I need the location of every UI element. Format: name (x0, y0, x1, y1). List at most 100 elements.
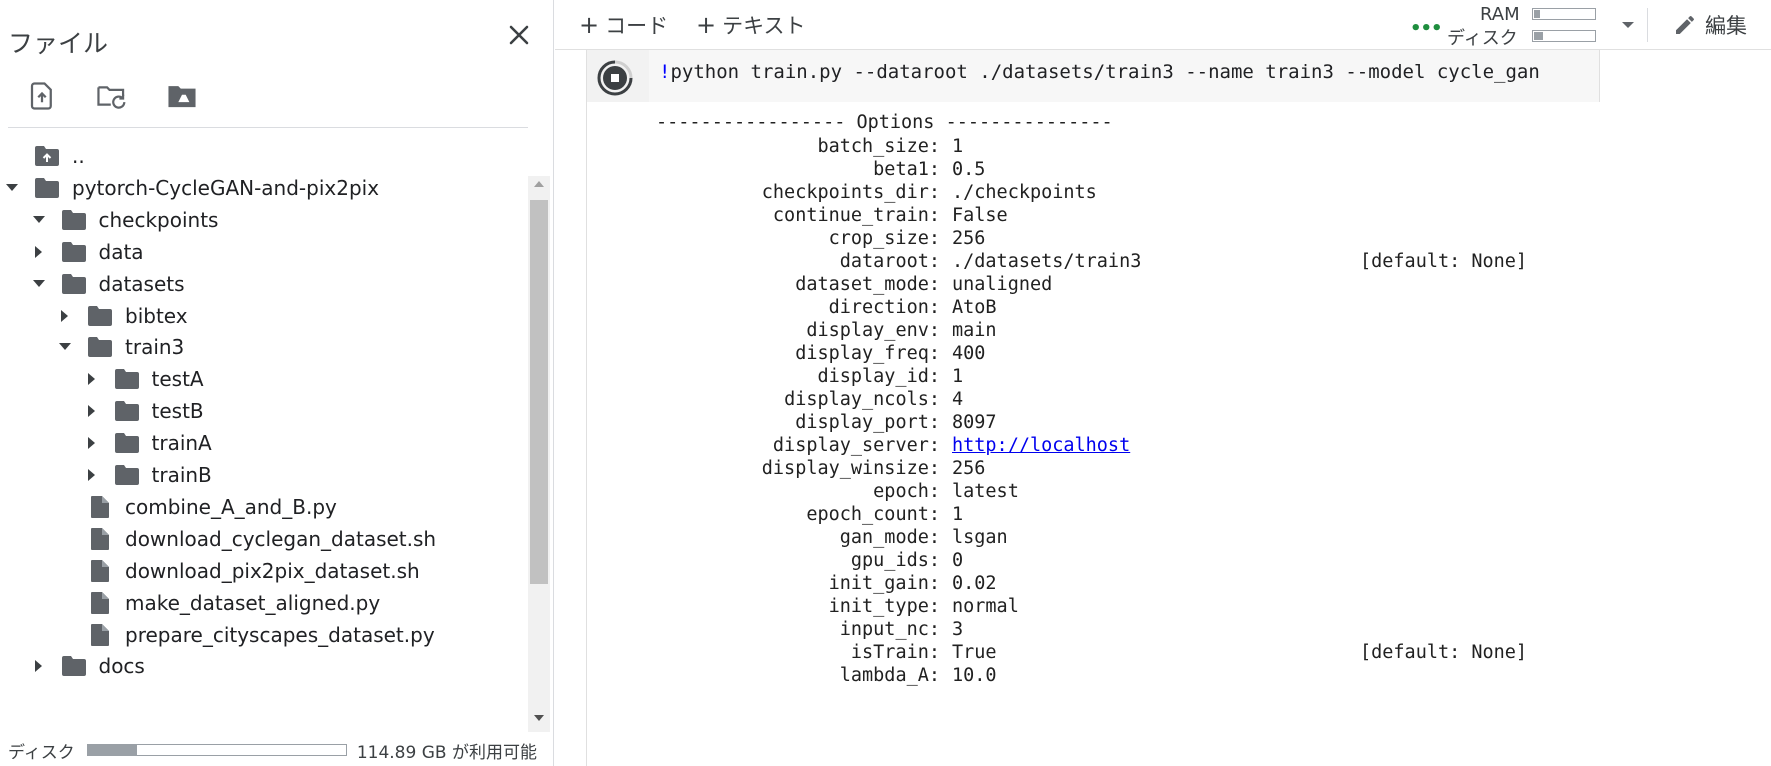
folder-icon (61, 208, 87, 232)
option-value: 10.0 (952, 665, 997, 686)
file-icon (87, 559, 113, 583)
collapsed-arrow-icon[interactable] (31, 658, 47, 674)
upload-file-button[interactable] (24, 78, 60, 114)
refresh-button[interactable] (94, 78, 130, 114)
edit-button[interactable]: 編集 (1673, 10, 1747, 40)
tree-item-label: prepare_cityscapes_dataset.py (125, 622, 435, 647)
folder-item[interactable]: datasets (0, 266, 528, 302)
option-key: display_env: (806, 320, 940, 341)
option-row: display_port: 8097 (587, 411, 1771, 434)
collapsed-arrow-icon[interactable] (84, 467, 100, 483)
folder-item[interactable]: testA (0, 361, 528, 397)
option-row: dataroot: ./datasets/train3 [default: None… (587, 250, 1771, 273)
expanded-arrow-icon[interactable] (31, 276, 47, 292)
option-key: batch_size: (817, 136, 940, 157)
option-value: 0.5 (952, 159, 986, 180)
option-row: crop_size: 256 (587, 227, 1771, 250)
expanded-arrow-icon[interactable] (57, 339, 73, 355)
divider (8, 127, 528, 128)
refresh-folder-icon (97, 86, 126, 109)
stop-execution-button[interactable] (597, 60, 633, 96)
option-row: direction: AtoB (587, 296, 1771, 319)
option-key: epoch: (873, 481, 940, 502)
disk-meter (1532, 30, 1596, 42)
folder-item[interactable]: checkpoints (0, 202, 528, 238)
option-key: epoch_count: (806, 504, 940, 525)
option-value: 1 (952, 366, 964, 387)
folder-item[interactable]: pytorch-CycleGAN-and-pix2pix (0, 170, 528, 206)
folder-item[interactable]: bibtex (0, 298, 528, 334)
option-default: [default: None] (1360, 642, 1528, 663)
notebook-toolbar: + コード + テキスト ••• RAM ディスク 編集 (555, 0, 1771, 50)
option-value: 1 (952, 504, 964, 525)
add-text-label: テキスト (722, 14, 806, 38)
file-item[interactable]: combine_A_and_B.py (0, 489, 528, 525)
option-row: display_server: http://localhost (587, 434, 1771, 457)
close-panel-button[interactable] (502, 18, 536, 52)
option-value: lsgan (952, 527, 1008, 548)
tree-item-label: docs (98, 654, 145, 679)
option-value: unaligned (952, 274, 1053, 295)
option-key: display_id: (817, 366, 940, 387)
expanded-arrow-icon[interactable] (4, 180, 20, 196)
scroll-down-arrow[interactable] (528, 714, 550, 728)
add-code-label: コード (605, 14, 669, 38)
folder-icon (114, 463, 140, 487)
folder-item[interactable]: data (0, 234, 528, 270)
expanded-arrow-icon[interactable] (31, 212, 47, 228)
triangle-down-icon (534, 715, 544, 721)
option-value: 0 (952, 550, 964, 571)
option-key: direction: (828, 297, 940, 318)
code-editor[interactable]: !python train.py --dataroot ./datasets/t… (649, 50, 1600, 102)
file-item[interactable]: download_cyclegan_dataset.sh (0, 521, 528, 557)
file-icon (87, 591, 113, 615)
option-key: beta1: (873, 159, 940, 180)
cell-output: ----------------- Options --------------… (587, 102, 1771, 766)
folder-item[interactable]: testB (0, 393, 528, 429)
option-row: epoch: latest (587, 480, 1771, 503)
toolbar-separator (1647, 8, 1648, 42)
option-value: AtoB (952, 297, 997, 318)
add-text-button[interactable]: + テキスト (696, 10, 805, 40)
file-icon (87, 527, 113, 551)
scroll-thumb[interactable] (530, 200, 548, 584)
option-key: input_nc: (839, 619, 940, 640)
option-value: 0.02 (952, 573, 997, 594)
mount-drive-button[interactable] (164, 78, 200, 114)
folder-icon (114, 431, 140, 455)
collapsed-arrow-icon[interactable] (31, 244, 47, 260)
code-cell: !python train.py --dataroot ./datasets/t… (586, 50, 1771, 766)
folder-item[interactable]: train3 (0, 329, 528, 365)
option-value-link[interactable]: http://localhost (952, 434, 1130, 457)
folder-item[interactable]: docs (0, 648, 528, 684)
connection-status-icon: ••• (1410, 18, 1443, 39)
collapsed-arrow-icon[interactable] (84, 371, 100, 387)
parent-dir-item[interactable]: .. (0, 140, 528, 174)
tree-scrollbar[interactable] (528, 176, 550, 732)
file-item[interactable]: prepare_cityscapes_dataset.py (0, 617, 528, 653)
collapsed-arrow-icon[interactable] (84, 403, 100, 419)
option-value: 256 (952, 458, 986, 479)
collapsed-arrow-icon[interactable] (57, 308, 73, 324)
add-code-button[interactable]: + コード (579, 10, 668, 40)
file-item[interactable]: download_pix2pix_dataset.sh (0, 553, 528, 589)
file-item[interactable]: make_dataset_aligned.py (0, 585, 528, 621)
folder-item[interactable]: trainA (0, 425, 528, 461)
folder-item[interactable]: trainB (0, 457, 528, 493)
scroll-up-arrow[interactable] (528, 180, 550, 194)
resource-status-button[interactable]: ••• RAM ディスク (1410, 2, 1682, 49)
collapsed-arrow-icon[interactable] (84, 435, 100, 451)
option-row: display_id: 1 (587, 365, 1771, 388)
option-row: init_gain: 0.02 (587, 572, 1771, 595)
resource-dropdown-button[interactable] (1615, 12, 1641, 38)
run-gutter (587, 50, 649, 102)
option-row: display_freq: 400 (587, 342, 1771, 365)
option-key: init_gain: (828, 573, 940, 594)
option-value: ./datasets/train3 (952, 251, 1142, 272)
option-key: continue_train: (772, 205, 940, 226)
option-value: 3 (952, 619, 964, 640)
file-icon (87, 495, 113, 519)
